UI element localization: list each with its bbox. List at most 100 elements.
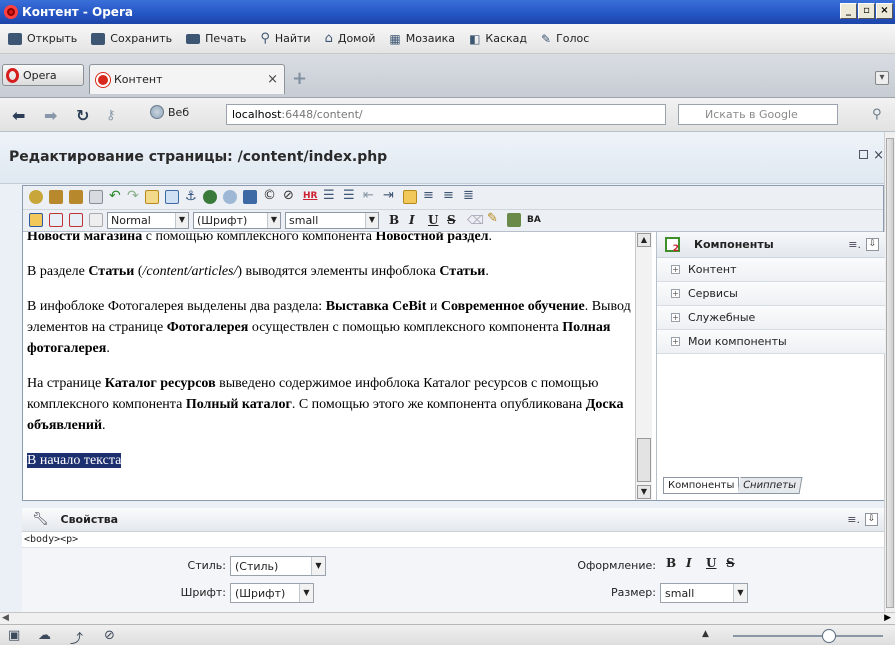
find-button[interactable]: ⚲ Найти	[260, 31, 310, 46]
eraser-icon[interactable]: ⌫	[467, 213, 484, 227]
save-close-icon[interactable]	[69, 190, 83, 204]
frame-icon[interactable]	[165, 190, 179, 204]
tab-components[interactable]: Компоненты	[663, 477, 740, 494]
property-size-select[interactable]: small ▼	[660, 583, 748, 603]
back-arrow-icon[interactable]: ⬅	[12, 106, 25, 125]
opera-menu-button[interactable]: Opera	[2, 64, 84, 86]
ordered-list-icon[interactable]: ☰	[323, 188, 337, 203]
component-group-content[interactable]: + Контент	[657, 258, 885, 282]
cloud-icon[interactable]: ☁	[38, 628, 51, 643]
font-select[interactable]: (Шрифт) ▼	[193, 212, 281, 229]
redo-icon[interactable]: ↷	[127, 188, 141, 204]
clock-icon[interactable]: ⊘	[283, 188, 297, 203]
anchor-icon[interactable]: ⚓	[185, 189, 199, 204]
maximize-button[interactable]: ▫	[858, 3, 875, 19]
spellcheck-icon[interactable]	[507, 213, 521, 227]
home-button[interactable]: ⌂ Домой	[325, 31, 376, 46]
scroll-left-icon[interactable]: ◀	[2, 613, 9, 623]
selected-text[interactable]: В начало текста	[27, 453, 122, 468]
align-right-icon[interactable]: ≡	[443, 188, 457, 203]
brush-icon[interactable]: ✎	[487, 211, 501, 226]
zoom-slider[interactable]	[733, 635, 883, 637]
property-font-select[interactable]: (Шрифт) ▼	[230, 583, 314, 603]
save-button[interactable]: Сохранить	[91, 32, 172, 45]
panel-menu-icon[interactable]: ≡.	[848, 238, 861, 251]
forward-arrow-icon[interactable]: ➡	[44, 106, 57, 125]
indent-icon[interactable]: ⇥	[383, 188, 397, 203]
align-left-icon[interactable]	[403, 190, 417, 204]
key-icon[interactable]: ⚷	[106, 108, 116, 123]
reload-icon[interactable]: ↻	[76, 106, 89, 125]
prop-strike-button[interactable]: S	[726, 556, 735, 570]
scroll-right-icon[interactable]: ▶	[884, 613, 891, 623]
font-size-icon[interactable]: BA	[527, 215, 541, 229]
component-group-utility[interactable]: + Служебные	[657, 306, 885, 330]
web-button[interactable]: Веб	[150, 105, 189, 119]
page-scroll-thumb[interactable]	[886, 138, 894, 608]
url-input[interactable]: localhost:6448/content/	[226, 104, 666, 125]
hr-icon[interactable]: HR	[303, 191, 317, 205]
closed-tabs-icon[interactable]: ▾	[875, 71, 889, 85]
tab-content[interactable]: Контент ×	[89, 64, 285, 94]
code-mode-icon[interactable]	[49, 213, 63, 227]
print-button[interactable]: Печать	[186, 32, 246, 45]
editor-content[interactable]: Новости магазина с помощью комплексного …	[23, 232, 635, 500]
link-icon[interactable]	[203, 190, 217, 204]
table-icon[interactable]	[145, 190, 159, 204]
copyright-icon[interactable]: ©	[263, 188, 277, 203]
maximize-dialog-icon[interactable]	[859, 150, 868, 159]
source-icon[interactable]	[89, 190, 103, 204]
scroll-up-icon[interactable]: ▲	[637, 233, 651, 247]
justify-icon[interactable]: ≣	[463, 188, 477, 203]
minimize-button[interactable]: _	[840, 3, 857, 19]
image-icon[interactable]	[243, 190, 257, 204]
cascade-button[interactable]: ◧ Каскад	[469, 32, 527, 46]
new-tab-button[interactable]: +	[292, 70, 308, 88]
unlink-icon[interactable]	[223, 190, 237, 204]
zoom-slider-handle[interactable]	[822, 629, 836, 643]
page-scrollbar[interactable]	[884, 132, 895, 612]
editor-scrollbar[interactable]: ▲ ▼	[635, 232, 652, 500]
open-button[interactable]: Открыть	[8, 32, 77, 45]
bold-button[interactable]: B	[389, 213, 399, 227]
voice-button[interactable]: ✎ Голос	[541, 32, 589, 46]
panel-menu-icon[interactable]: ≡.	[847, 513, 860, 526]
underline-button[interactable]: U	[428, 213, 438, 227]
share-icon[interactable]: ⤴	[70, 628, 83, 645]
prop-italic-button[interactable]: I	[686, 556, 692, 570]
close-window-button[interactable]: ×	[876, 3, 893, 19]
panel-dock-icon[interactable]: ⇩	[865, 513, 878, 526]
strike-button[interactable]: S	[447, 213, 456, 227]
tab-snippets[interactable]: Сниппеты	[737, 477, 803, 494]
save-doc-icon[interactable]	[49, 190, 63, 204]
bullet-list-icon[interactable]: ☰	[343, 188, 357, 203]
outdent-icon[interactable]: ⇤	[363, 188, 377, 203]
editor-text[interactable]: Новости магазина с помощью комплексного …	[27, 232, 631, 485]
zoom-up-icon[interactable]: ▲	[702, 629, 709, 639]
style-select[interactable]: Normal ▼	[107, 212, 189, 229]
editor-scroll-thumb[interactable]	[637, 438, 651, 482]
split-mode-icon[interactable]	[69, 213, 83, 227]
panel-dock-icon[interactable]: ⇩	[866, 238, 879, 251]
tab-close-icon[interactable]: ×	[267, 72, 278, 87]
italic-button[interactable]: I	[409, 213, 415, 227]
wysiwyg-mode-icon[interactable]	[29, 213, 43, 227]
undo-icon[interactable]: ↶	[109, 188, 123, 204]
search-go-icon[interactable]: ⚲	[872, 107, 882, 122]
tile-button[interactable]: ▦ Мозаика	[389, 32, 455, 46]
prop-underline-button[interactable]: U	[706, 556, 716, 570]
scroll-down-icon[interactable]: ▼	[637, 485, 651, 499]
horizontal-scrollbar[interactable]: ◀ ▶	[0, 612, 895, 624]
align-center-icon[interactable]: ≡	[423, 188, 437, 203]
search-input[interactable]: Искать в Google	[678, 104, 838, 125]
property-style-select[interactable]: (Стиль) ▼	[230, 556, 326, 576]
panel-toggle-icon[interactable]: ▣	[8, 628, 20, 643]
component-group-mine[interactable]: + Мои компоненты	[657, 330, 885, 354]
close-dialog-icon[interactable]: ×	[873, 148, 884, 163]
php-mode-icon[interactable]	[89, 213, 103, 227]
speed-dial-icon[interactable]: ⊘	[104, 628, 115, 643]
prop-bold-button[interactable]: B	[666, 556, 676, 570]
component-group-services[interactable]: + Сервисы	[657, 282, 885, 306]
size-select[interactable]: small ▼	[285, 212, 379, 229]
settings-icon[interactable]	[29, 190, 43, 204]
